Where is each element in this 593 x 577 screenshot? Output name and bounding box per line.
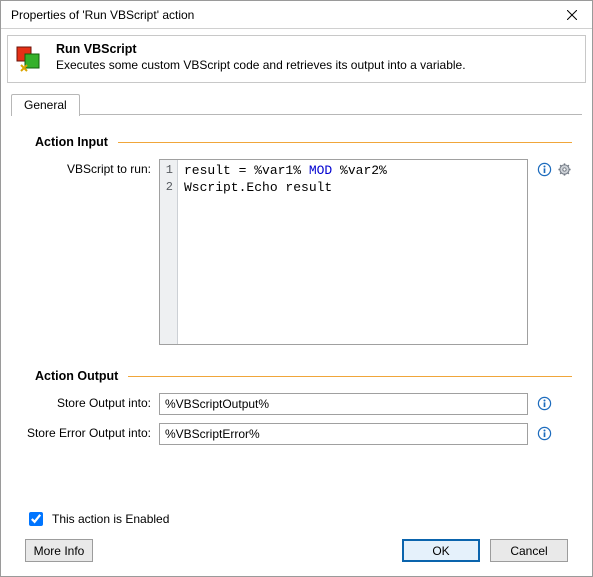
cancel-button[interactable]: Cancel bbox=[490, 539, 568, 562]
more-info-button[interactable]: More Info bbox=[25, 539, 93, 562]
enabled-checkbox[interactable] bbox=[29, 512, 43, 526]
window-title: Properties of 'Run VBScript' action bbox=[11, 8, 552, 22]
code-text: result = %var1% bbox=[184, 163, 309, 178]
code-text: Wscript.Echo result bbox=[184, 180, 332, 195]
code-keyword: MOD bbox=[309, 163, 332, 178]
tab-divider bbox=[11, 114, 582, 115]
button-bar: More Info OK Cancel bbox=[21, 539, 572, 566]
label-vbscript: VBScript to run: bbox=[21, 159, 159, 176]
row-store-error: Store Error Output into: bbox=[21, 423, 572, 445]
section-title-input: Action Input bbox=[35, 135, 108, 149]
line-number: 1 bbox=[162, 162, 173, 179]
dialog-window: Properties of 'Run VBScript' action Run … bbox=[0, 0, 593, 577]
tab-strip: General bbox=[11, 93, 582, 115]
info-button[interactable] bbox=[536, 161, 552, 177]
info-icon bbox=[537, 162, 552, 177]
row-store-output: Store Output into: bbox=[21, 393, 572, 415]
vbscript-editor[interactable]: 12 result = %var1% MOD %var2% Wscript.Ec… bbox=[159, 159, 528, 345]
code-text: %var2% bbox=[332, 163, 387, 178]
close-button[interactable] bbox=[552, 1, 592, 29]
store-output-field[interactable] bbox=[159, 393, 528, 415]
line-number: 2 bbox=[162, 179, 173, 196]
vbscript-icon bbox=[15, 43, 45, 73]
row-vbscript: VBScript to run: 12 result = %var1% MOD … bbox=[21, 159, 572, 345]
action-icon bbox=[14, 42, 46, 74]
settings-button[interactable] bbox=[556, 161, 572, 177]
label-store-error: Store Error Output into: bbox=[21, 423, 159, 440]
action-title: Run VBScript bbox=[56, 42, 137, 56]
close-icon bbox=[567, 10, 577, 20]
gear-icon bbox=[557, 162, 572, 177]
row-enabled: This action is Enabled bbox=[25, 509, 568, 529]
info-button[interactable] bbox=[536, 395, 552, 411]
section-action-output: Action Output bbox=[35, 369, 572, 383]
section-title-output: Action Output bbox=[35, 369, 118, 383]
action-description: Executes some custom VBScript code and r… bbox=[56, 58, 466, 72]
tab-content: Action Input VBScript to run: 12 result … bbox=[1, 115, 592, 576]
info-button[interactable] bbox=[536, 425, 552, 441]
info-icon bbox=[537, 396, 552, 411]
enabled-label: This action is Enabled bbox=[52, 512, 169, 526]
action-header-text: Run VBScript Executes some custom VBScri… bbox=[56, 42, 466, 72]
store-error-field[interactable] bbox=[159, 423, 528, 445]
code-area[interactable]: result = %var1% MOD %var2% Wscript.Echo … bbox=[178, 160, 527, 344]
tab-general[interactable]: General bbox=[11, 94, 80, 116]
info-icon bbox=[537, 426, 552, 441]
label-store-output: Store Output into: bbox=[21, 393, 159, 410]
line-gutter: 12 bbox=[160, 160, 178, 344]
ok-button[interactable]: OK bbox=[402, 539, 480, 562]
section-divider bbox=[118, 142, 572, 143]
titlebar: Properties of 'Run VBScript' action bbox=[1, 1, 592, 29]
section-divider bbox=[128, 376, 572, 377]
action-header: Run VBScript Executes some custom VBScri… bbox=[7, 35, 586, 83]
section-action-input: Action Input bbox=[35, 135, 572, 149]
